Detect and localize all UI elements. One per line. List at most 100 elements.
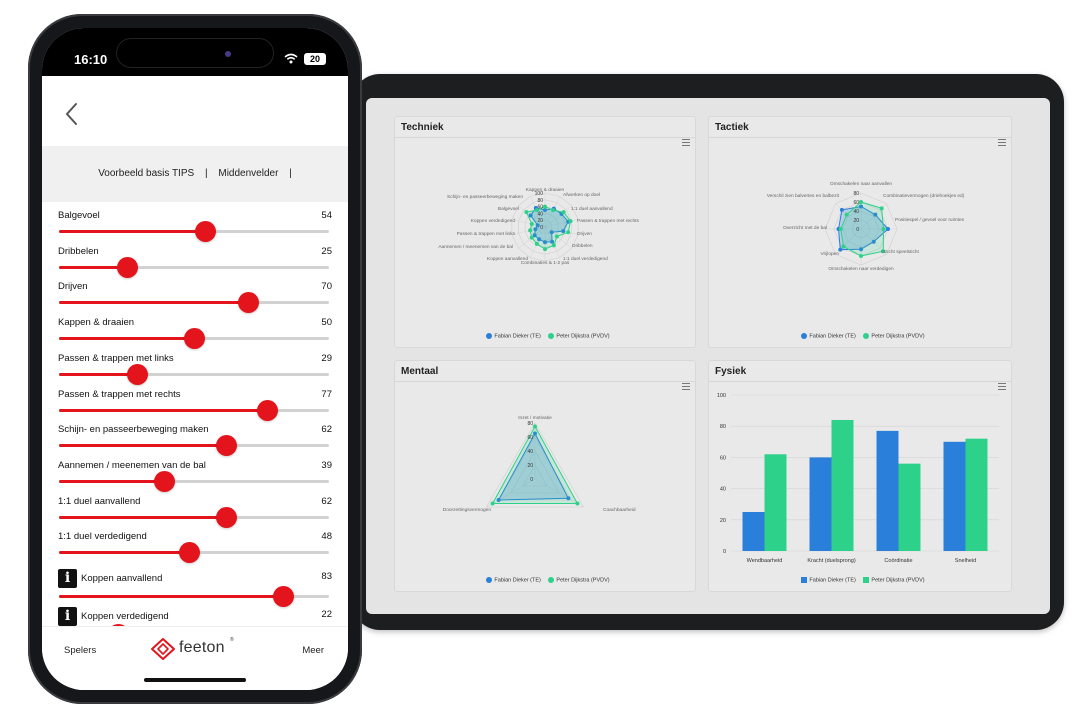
slider-track[interactable] — [59, 363, 329, 385]
legend-marker-green — [863, 576, 870, 583]
radar-point[interactable] — [551, 243, 556, 248]
fysiek-bar-chart: 100 80 60 40 20 0 Wendbaarheid Kracht (duelspro… — [717, 393, 999, 564]
legend-label[interactable]: Peter Dijkstra (PVDV) — [556, 577, 609, 583]
radar-axis-label: Passen & trappen met links — [457, 231, 516, 237]
radar-point[interactable] — [879, 206, 884, 211]
breadcrumb-separator: | — [204, 168, 208, 179]
radar-point[interactable] — [566, 230, 571, 235]
skill-label: Koppen aanvallend — [81, 573, 163, 584]
slider-track[interactable] — [59, 221, 329, 242]
radar-point[interactable] — [529, 221, 534, 226]
bar[interactable] — [876, 430, 899, 551]
status-bar: 16:10 20 — [42, 28, 348, 76]
slider-fill — [59, 337, 194, 341]
legend-label[interactable]: Fabian Dieker (TE) — [809, 333, 855, 339]
radar-point[interactable] — [859, 254, 863, 258]
info-icon[interactable]: i — [58, 606, 77, 626]
radar-point[interactable] — [554, 234, 559, 239]
skill-value: 62 — [321, 495, 332, 507]
radar-axis-label: 1:1 duel aanvallend — [571, 206, 613, 212]
legend-label[interactable]: Fabian Dieker (TE) — [494, 333, 540, 339]
radar-axis-label: 1:1 duel verdedigend — [563, 256, 608, 262]
radar-point[interactable] — [543, 247, 547, 252]
radar-axis-label: Afwerken op doel — [563, 192, 600, 198]
legend-label[interactable]: Fabian Dieker (TE) — [809, 577, 855, 583]
slider-track[interactable] — [59, 435, 329, 457]
radar-point[interactable] — [543, 204, 547, 209]
bar[interactable] — [831, 419, 854, 551]
tab-meer[interactable]: Meer — [302, 645, 324, 656]
divider — [395, 137, 695, 138]
radar-point[interactable] — [568, 219, 573, 224]
breadcrumb-item[interactable]: Voorbeeld basis TIPS — [98, 168, 194, 179]
radar-point[interactable] — [859, 200, 863, 204]
slider-track[interactable] — [59, 256, 329, 278]
home-indicator — [144, 678, 246, 682]
slider-thumb[interactable] — [178, 542, 200, 564]
radar-tick-label: 0 — [540, 225, 543, 231]
radar-point[interactable] — [528, 228, 533, 233]
radar-point[interactable] — [534, 241, 539, 246]
skill-label: Aannemen / meenemen van de bal — [58, 459, 206, 471]
radar-point[interactable] — [533, 424, 537, 429]
tab-spelers[interactable]: Spelers — [64, 645, 96, 656]
y-tick-label: 80 — [720, 424, 726, 430]
slider-track[interactable] — [59, 470, 329, 492]
radar-axis-label: Verschil zien balvertes en balbezit — [767, 193, 840, 199]
skill-label: Schijn- en passeerbeweging maken — [58, 424, 209, 436]
slider-track[interactable] — [59, 586, 329, 607]
radar-point[interactable] — [575, 501, 580, 506]
radar-point[interactable] — [561, 210, 566, 215]
skill-label: Passen & trappen met rechts — [58, 388, 181, 400]
breadcrumb-item[interactable]: Middenvelder — [218, 168, 278, 179]
panel-title: Tactiek — [715, 122, 749, 133]
radar-point[interactable] — [844, 212, 849, 217]
legend-marker-blue — [486, 576, 493, 583]
slider-track[interactable] — [59, 328, 329, 350]
radar-point[interactable] — [529, 235, 534, 240]
slider-fill — [59, 408, 267, 412]
radar-series-area — [491, 425, 579, 504]
legend-label[interactable]: Fabian Dieker (TE) — [494, 577, 540, 583]
skill-value: 83 — [321, 571, 332, 582]
radar-axis-label: Overzicht met de bal — [783, 225, 827, 231]
legend-label[interactable]: Peter Dijkstra (PVDV) — [556, 333, 609, 339]
radar-axis-label: Drijven — [577, 231, 592, 237]
legend-label[interactable]: Peter Dijkstra (PVDV) — [871, 333, 924, 339]
info-icon[interactable]: i — [58, 569, 77, 588]
skill-label: Kappen & draaien — [58, 317, 135, 329]
skill-value: 50 — [321, 317, 332, 329]
slider-track[interactable] — [59, 399, 329, 421]
slider-track[interactable] — [59, 542, 329, 564]
bar[interactable] — [965, 438, 988, 551]
radar-point[interactable] — [886, 227, 890, 231]
skill-label: 1:1 duel verdedigend — [58, 531, 147, 543]
radar-axis-label: Dribbelen — [572, 243, 593, 249]
radar-tick-label: 0 — [856, 227, 859, 233]
bar[interactable] — [764, 454, 787, 551]
skill-row: 1:1 duel verdedigend 48 — [42, 523, 348, 564]
divider — [709, 381, 1011, 382]
divider — [709, 137, 1011, 138]
radar-point[interactable] — [881, 227, 886, 231]
bar[interactable] — [742, 512, 765, 551]
tactiek-panel: Tactiek 80 60 40 20 0 Omschakelen naar aanval… — [708, 116, 1012, 348]
radar-point[interactable] — [551, 208, 556, 213]
bar[interactable] — [898, 463, 921, 551]
radar-point[interactable] — [841, 244, 846, 249]
bar[interactable] — [943, 441, 966, 551]
radar-point[interactable] — [838, 227, 843, 231]
slider-track[interactable] — [59, 292, 329, 314]
radar-point[interactable] — [839, 207, 844, 212]
bar[interactable] — [809, 457, 832, 551]
x-tick-label: Kracht (duelsprong) — [807, 558, 855, 564]
panel-title: Mentaal — [401, 366, 439, 377]
radar-point[interactable] — [490, 501, 495, 506]
back-chevron-icon[interactable] — [64, 102, 78, 126]
slider-track[interactable] — [59, 506, 329, 528]
legend-label[interactable]: Peter Dijkstra (PVDV) — [871, 577, 924, 583]
radar-point[interactable] — [524, 210, 529, 215]
skill-label: Drijven — [58, 281, 88, 293]
feeton-logo-icon — [151, 638, 175, 660]
stage: Techniek 100 80 60 40 20 0 Kappen & draaien Afw… — [0, 0, 1080, 710]
